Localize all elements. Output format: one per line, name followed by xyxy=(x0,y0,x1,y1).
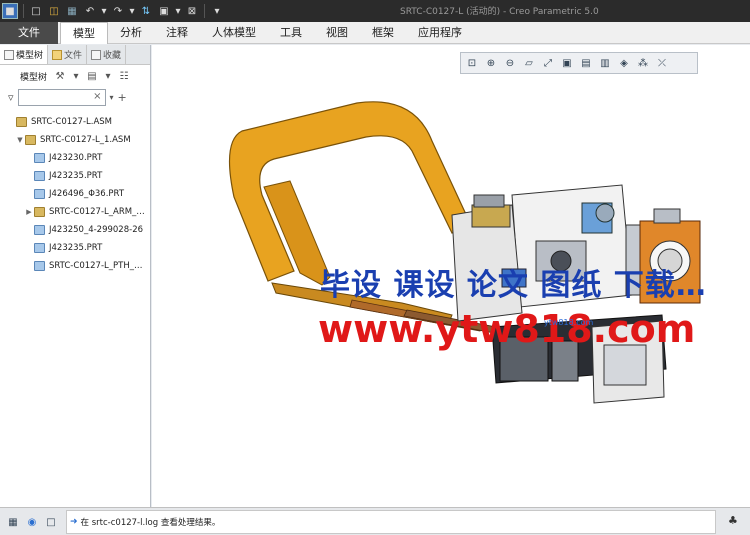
redo-icon[interactable]: ↷ xyxy=(111,4,125,18)
tree-row[interactable]: J423250_4-299028-26 xyxy=(0,221,150,239)
filter-icon[interactable]: ▿ xyxy=(8,91,14,104)
part-icon xyxy=(34,189,45,199)
quick-access-toolbar: ■ □ ◫ ▦ ↶ ▾ ↷ ▾ ⇅ ▣ ▾ ⊠ ▾ xyxy=(0,0,226,22)
tree-row[interactable]: J423235.PRT xyxy=(0,167,150,185)
tree-search-input[interactable] xyxy=(18,89,93,105)
tree-item-label: SRTC-C0127-L_1.ASM xyxy=(40,135,131,145)
tree-row[interactable]: SRTC-C0127-L_PTH_… xyxy=(0,257,150,275)
tree-row[interactable]: ▼ SRTC-C0127-L_1.ASM xyxy=(0,131,150,149)
tree-search-box[interactable]: × xyxy=(17,88,106,106)
status-message: 在 srtc-c0127-l.log 查看处理结果。 xyxy=(80,518,221,528)
part-icon xyxy=(34,171,45,181)
window-title: SRTC-C0127-L (活动的) - Creo Parametric 5.0 xyxy=(400,7,599,17)
tab-view[interactable]: 视图 xyxy=(314,22,360,44)
customize-icon[interactable]: ▾ xyxy=(210,4,224,18)
tree-item-label: SRTC-C0127-L_PTH_… xyxy=(49,261,143,271)
dropdown-arrow-icon[interactable]: ▾ xyxy=(73,69,79,83)
status-bar: ▦ ◉ □ ➜ 在 srtc-c0127-l.log 查看处理结果。 ♣ xyxy=(0,507,750,535)
part-icon xyxy=(34,153,45,163)
model-tree-panel: 模型树 文件 收藏 模型树 ⚒ ▾ ▤ ▾ ☷ ▿ × ▾ + SRTC-C01… xyxy=(0,45,151,507)
tree-row[interactable]: ▶ SRTC-C0127-L_ARM_… xyxy=(0,203,150,221)
tab-framework[interactable]: 框架 xyxy=(360,22,406,44)
message-arrow-icon: ➜ xyxy=(70,517,78,527)
close-window-icon[interactable]: ⊠ xyxy=(185,4,199,18)
tree-item-label: SRTC-C0127-L.ASM xyxy=(31,117,112,127)
tree-item-label: J426496_Φ36.PRT xyxy=(49,189,125,199)
tree-filter-row: ▿ × ▾ + xyxy=(0,87,150,107)
selection-filter-icon[interactable]: ♣ xyxy=(728,514,738,527)
tab-annotate[interactable]: 注释 xyxy=(154,22,200,44)
add-icon[interactable]: + xyxy=(118,91,127,104)
tree-toolbar: 模型树 ⚒ ▾ ▤ ▾ ☷ xyxy=(0,65,150,87)
assembly-icon xyxy=(34,207,45,217)
part-icon xyxy=(34,243,45,253)
assembly-icon xyxy=(16,117,27,127)
toolbar-divider xyxy=(23,4,24,18)
tab-favorites[interactable]: 收藏 xyxy=(87,45,127,64)
model-tree: SRTC-C0127-L.ASM ▼ SRTC-C0127-L_1.ASM J4232… xyxy=(0,113,150,275)
undo-icon[interactable]: ↶ xyxy=(83,4,97,18)
show-icon[interactable]: ▤ xyxy=(85,69,99,83)
tree-row[interactable]: SRTC-C0127-L.ASM xyxy=(0,113,150,131)
tree-item-label: J423235.PRT xyxy=(49,243,103,253)
navigator-toggle-icon[interactable]: ▦ xyxy=(6,515,20,529)
open-icon[interactable]: ◫ xyxy=(47,4,61,18)
browser-toggle-icon[interactable]: ◉ xyxy=(25,515,39,529)
tree-item-label: J423235.PRT xyxy=(49,171,103,181)
windows-icon[interactable]: ▣ xyxy=(157,4,171,18)
status-bar-icons: ▦ ◉ □ xyxy=(6,515,58,529)
dropdown-arrow-icon[interactable]: ▾ xyxy=(110,93,114,102)
tree-row[interactable]: J423235.PRT xyxy=(0,239,150,257)
tab-file[interactable]: 文件 xyxy=(0,22,58,44)
tree-toolbar-label: 模型树 xyxy=(20,72,48,83)
toolbar-divider xyxy=(204,4,205,18)
dropdown-arrow-icon[interactable]: ▾ xyxy=(105,69,111,83)
message-area: ➜ 在 srtc-c0127-l.log 查看处理结果。 xyxy=(66,510,716,534)
tree-row[interactable]: J426496_Φ36.PRT xyxy=(0,185,150,203)
tree-expander-icon[interactable]: ▶ xyxy=(24,208,34,216)
fullscreen-icon[interactable]: □ xyxy=(44,515,58,529)
model-tree-icon xyxy=(4,49,14,60)
tree-columns-icon[interactable]: ☷ xyxy=(117,69,131,83)
tree-item-label: SRTC-C0127-L_ARM_… xyxy=(49,207,145,217)
new-icon[interactable]: □ xyxy=(29,4,43,18)
dropdown-arrow-icon[interactable]: ▾ xyxy=(101,4,107,18)
dropdown-arrow-icon[interactable]: ▾ xyxy=(175,4,181,18)
tab-favorites-label: 收藏 xyxy=(103,51,122,61)
tree-item-label: J423250_4-299028-26 xyxy=(49,225,144,235)
part-icon xyxy=(34,261,45,271)
assembly-icon xyxy=(25,135,36,145)
favorites-icon xyxy=(91,49,102,60)
regenerate-icon[interactable]: ⇅ xyxy=(139,4,153,18)
tab-tools[interactable]: 工具 xyxy=(268,22,314,44)
part-icon xyxy=(34,225,45,235)
graphics-window[interactable]: ⊡ ⊕ ⊖ ▱ ⤢ ▣ ▤ ▥ ◈ ⁂ ⤫ 毕设 课设 论文 图纸 下载… ww… xyxy=(152,45,750,507)
tab-folder-browser-label: 文件 xyxy=(64,51,83,61)
ribbon-tabs: 文件 模型 分析 注释 人体模型 工具 视图 框架 应用程序 xyxy=(0,22,750,44)
save-icon[interactable]: ▦ xyxy=(65,4,79,18)
tree-row[interactable]: J423230.PRT xyxy=(0,149,150,167)
title-bar: ■ □ ◫ ▦ ↶ ▾ ↷ ▾ ⇅ ▣ ▾ ⊠ ▾ SRTC-C0127-L (… xyxy=(0,0,750,22)
tab-manikin[interactable]: 人体模型 xyxy=(200,22,268,44)
tab-analysis[interactable]: 分析 xyxy=(108,22,154,44)
watermark-tagline: 毕设 课设 论文 图纸 下载… xyxy=(320,268,707,303)
app-menu-icon[interactable]: ■ xyxy=(2,3,18,19)
tree-expander-icon[interactable]: ▼ xyxy=(15,136,25,144)
panel-tabs: 模型树 文件 收藏 xyxy=(0,45,150,65)
tab-model-tree[interactable]: 模型树 xyxy=(0,45,49,64)
folder-icon xyxy=(52,49,63,60)
tab-model-tree-label: 模型树 xyxy=(16,51,44,61)
settings-icon[interactable]: ⚒ xyxy=(53,69,67,83)
tab-applications[interactable]: 应用程序 xyxy=(406,22,474,44)
tab-folder-browser[interactable]: 文件 xyxy=(48,45,88,64)
tree-item-label: J423230.PRT xyxy=(49,153,103,163)
tab-model[interactable]: 模型 xyxy=(60,22,108,44)
watermark-url: www.ytw818.com xyxy=(318,307,696,351)
watermark-small-url: ytw818.com xyxy=(544,318,594,327)
clear-icon[interactable]: × xyxy=(93,91,101,102)
dropdown-arrow-icon[interactable]: ▾ xyxy=(129,4,135,18)
